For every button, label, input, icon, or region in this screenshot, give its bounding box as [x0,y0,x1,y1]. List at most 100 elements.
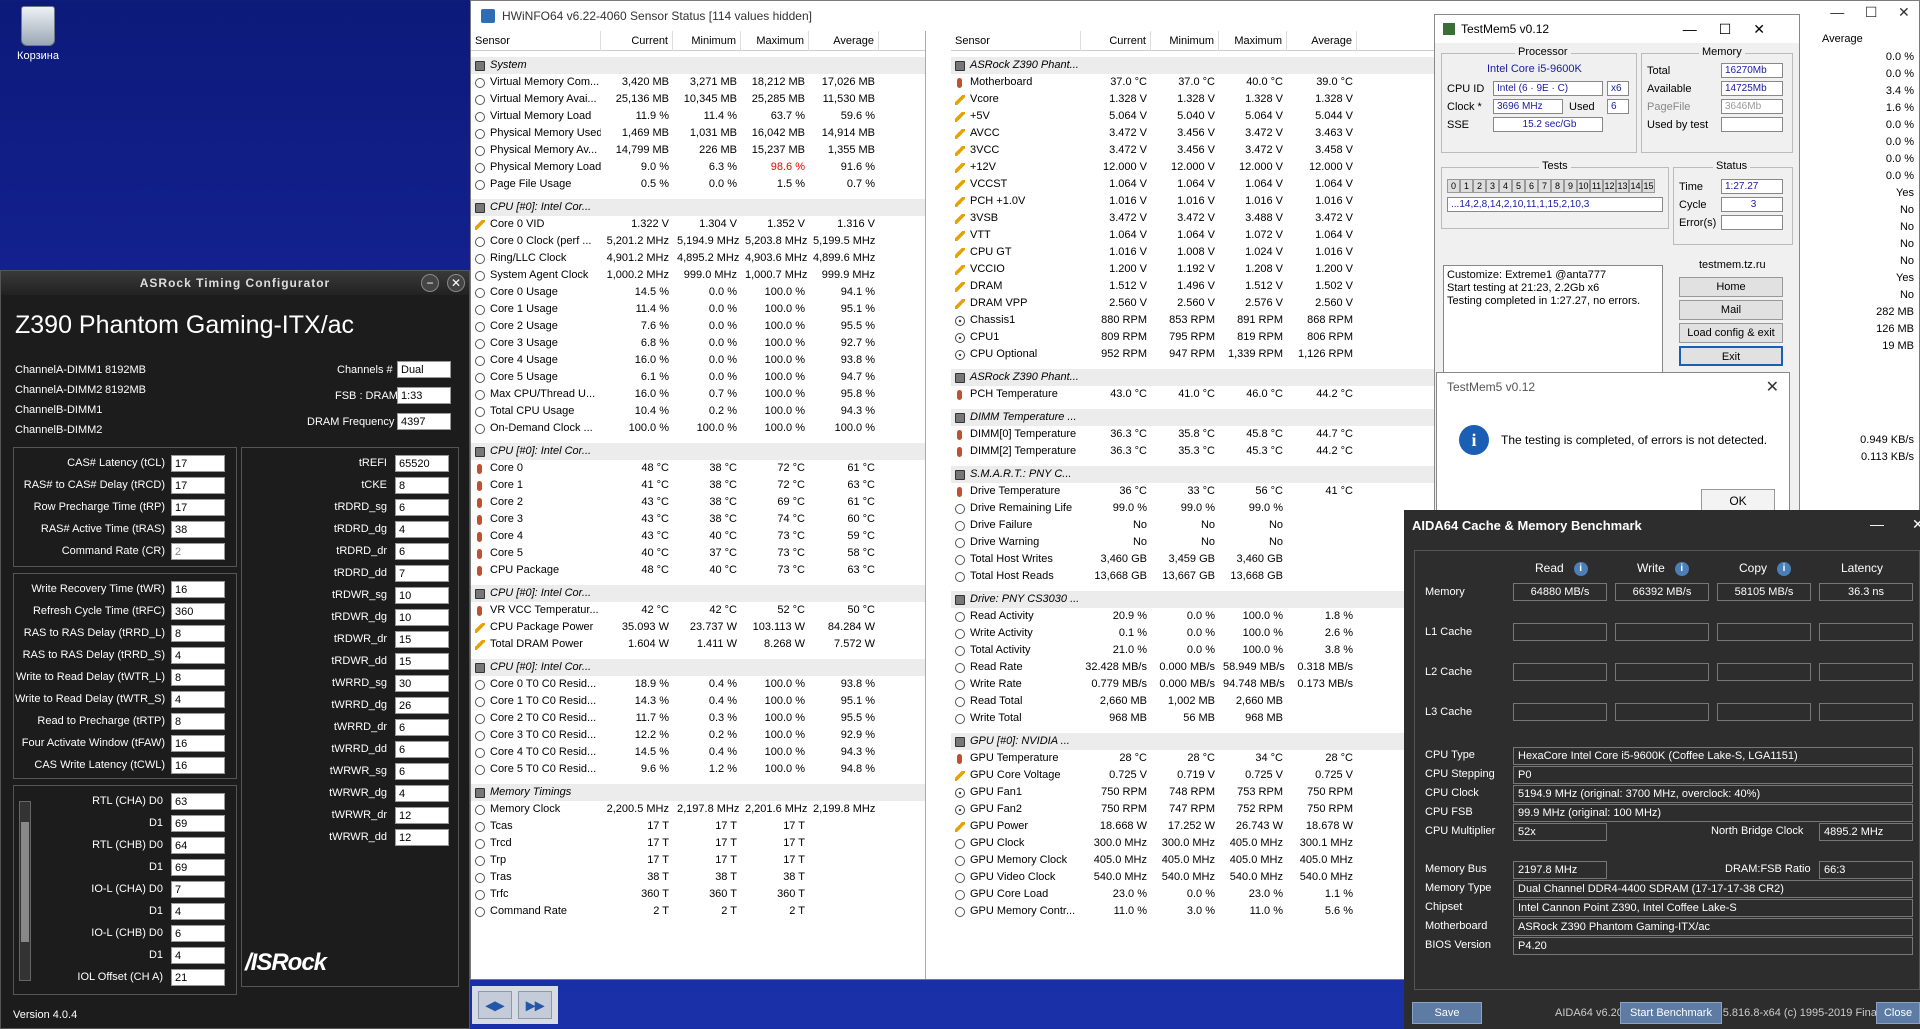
sensor-row[interactable]: Core 0 T0 C0 Resid... 18.9 % 0.4 % 100.0 % 9… [471,676,925,693]
sensor-row[interactable]: Physical Memory Used 1,469 MB 1,031 MB 16,0… [471,125,925,142]
sensor-row[interactable]: VR VCC Temperatur... 42 °C 42 °C 52 °C 50 °C [471,602,925,619]
hwinfo-third-pane[interactable]: Average 0.0 % 0.0 % 3.4 % 1.6 % 0.0 % 0.0 % 0.0… [1782,30,1918,510]
timing-field[interactable]: 4 [171,647,225,664]
sensor-row[interactable]: Core 0 Usage 14.5 % 0.0 % 100.0 % 94.1 % [471,284,925,301]
timing-field[interactable]: 65520 [395,455,449,472]
load-config-exit-button[interactable]: Load config & exit [1679,323,1783,343]
timing-field[interactable]: 360 [171,603,225,620]
sensor-group-row[interactable]: CPU [#0]: Intel Cor... [471,585,925,602]
timing-field[interactable]: 16 [171,757,225,774]
column-header[interactable]: Minimum [673,31,741,51]
column-header[interactable]: Maximum [1219,31,1287,51]
close-button[interactable]: ✕ [447,274,465,292]
timing-field[interactable]: 12 [395,829,449,846]
timing-field[interactable]: 8 [171,669,225,686]
info-icon[interactable]: i [1777,561,1792,576]
sensor-row[interactable]: Core 4 Usage 16.0 % 0.0 % 100.0 % 93.8 % [471,352,925,369]
sensor-row[interactable]: Core 1 Usage 11.4 % 0.0 % 100.0 % 95.1 % [471,301,925,318]
info-icon[interactable]: i [1573,561,1588,576]
sensor-row[interactable]: Trfc 360 T 360 T 360 T [471,886,925,903]
timing-field[interactable]: 4 [395,521,449,538]
timing-field[interactable]: 6 [395,741,449,758]
sensor-row[interactable]: Virtual Memory Load 11.9 % 11.4 % 63.7 % 59.… [471,108,925,125]
timing-field[interactable]: 30 [395,675,449,692]
sensor-row[interactable]: Core 2 T0 C0 Resid... 11.7 % 0.3 % 100.0 % 9… [471,710,925,727]
timing-field[interactable]: 10 [395,587,449,604]
timing-field[interactable]: 8 [395,477,449,494]
minimize-button[interactable]: — [1830,4,1844,28]
sensor-row[interactable]: Core 0 48 °C 38 °C 72 °C 61 °C [471,460,925,477]
sensor-group-row[interactable]: CPU [#0]: Intel Cor... [471,199,925,216]
sensor-row[interactable]: Core 2 Usage 7.6 % 0.0 % 100.0 % 95.5 % [471,318,925,335]
info-icon[interactable]: i [1674,561,1689,576]
timing-field[interactable]: 8 [171,625,225,642]
sensor-row[interactable]: Ring/LLC Clock 4,901.2 MHz 4,895.2 MHz 4,90… [471,250,925,267]
sensor-row[interactable]: Core 1 T0 C0 Resid... 14.3 % 0.4 % 100.0 % 9… [471,693,925,710]
minimize-button[interactable]: − [421,274,439,292]
sensor-group-row[interactable]: CPU [#0]: Intel Cor... [471,443,925,460]
column-header[interactable]: Sensor [951,31,1081,51]
timing-field[interactable]: 7 [395,565,449,582]
nav-right-icon[interactable]: ▸▸ [518,991,552,1019]
sensor-row[interactable]: Core 0 Clock (perf ... 5,201.2 MHz 5,194.9… [471,233,925,250]
nav-left-icon[interactable]: ◂▸ [478,991,512,1019]
dialog-close-icon[interactable]: ✕ [1766,377,1779,397]
recycle-bin-desktop-icon[interactable]: Корзина [8,6,68,62]
sensor-row[interactable]: Core 5 40 °C 37 °C 73 °C 58 °C [471,545,925,562]
sensor-group-row[interactable]: CPU [#0]: Intel Cor... [471,659,925,676]
timing-field[interactable]: 63 [171,793,225,810]
maximize-button[interactable]: ☐ [1865,4,1878,28]
timing-field[interactable]: 6 [171,925,225,942]
close-button[interactable]: ✕ [1898,4,1910,28]
timing-field[interactable]: 6 [395,763,449,780]
sensor-row[interactable]: Physical Memory Load 9.0 % 6.3 % 98.6 % 91.6… [471,159,925,176]
sensor-row[interactable]: Virtual Memory Com... 3,420 MB 3,271 MB 18,… [471,74,925,91]
sensor-row[interactable]: Total CPU Usage 10.4 % 0.2 % 100.0 % 94.3 % [471,403,925,420]
timing-field[interactable]: 38 [171,521,225,538]
sensor-group-row[interactable]: System [471,57,925,74]
column-header[interactable]: Current [1081,31,1151,51]
sensor-row[interactable]: CPU Package Power 35.093 W 23.737 W 103.113… [471,619,925,636]
close-icon[interactable]: ✕ [1912,516,1920,533]
timing-field[interactable]: 21 [171,969,225,986]
close-button[interactable]: Close [1876,1002,1920,1024]
timing-field[interactable]: 26 [395,697,449,714]
column-header[interactable]: Current [601,31,673,51]
timing-field[interactable]: 64 [171,837,225,854]
sensor-row[interactable]: On-Demand Clock ... 100.0 % 100.0 % 100.0 %… [471,420,925,437]
sensor-row[interactable]: Command Rate 2 T 2 T 2 T [471,903,925,920]
sensor-row[interactable]: Core 0 VID 1.322 V 1.304 V 1.352 V 1.316 V [471,216,925,233]
sensor-row[interactable]: Tcas 17 T 17 T 17 T [471,818,925,835]
timing-field[interactable]: 6 [395,543,449,560]
sensor-row[interactable]: Core 5 Usage 6.1 % 0.0 % 100.0 % 94.7 % [471,369,925,386]
sensor-row[interactable]: Core 3 43 °C 38 °C 74 °C 60 °C [471,511,925,528]
sensor-row[interactable]: Memory Clock 2,200.5 MHz 2,197.8 MHz 2,201.… [471,801,925,818]
timing-field[interactable]: 16 [171,735,225,752]
timing-field[interactable]: 16 [171,581,225,598]
timing-field[interactable]: 17 [171,455,225,472]
timing-field[interactable]: 69 [171,859,225,876]
timing-field[interactable]: 4 [171,691,225,708]
sensor-row[interactable]: Total DRAM Power 1.604 W 1.411 W 8.268 W 7.5… [471,636,925,653]
timing-field[interactable]: 12 [395,807,449,824]
sensor-row[interactable]: Max CPU/Thread U... 16.0 % 0.7 % 100.0 % 95.… [471,386,925,403]
timing-field[interactable]: 15 [395,631,449,648]
timing-field[interactable]: 10 [395,609,449,626]
column-header[interactable]: Average [1287,31,1357,51]
timing-field[interactable]: 4 [171,903,225,920]
timing-field[interactable]: 8 [171,713,225,730]
sensor-row[interactable]: Physical Memory Av... 14,799 MB 226 MB 15,2… [471,142,925,159]
timing-field[interactable]: 6 [395,499,449,516]
timing-field[interactable]: 15 [395,653,449,670]
minimize-icon[interactable]: — [1870,516,1884,532]
testmem5-window-controls[interactable]: —☐✕ [1683,15,1787,43]
sensor-row[interactable]: Core 2 43 °C 38 °C 69 °C 61 °C [471,494,925,511]
start-benchmark-button[interactable]: Start Benchmark [1620,1002,1722,1024]
timing-field[interactable]: 4 [395,785,449,802]
column-header[interactable]: Maximum [741,31,809,51]
timing-field[interactable]: 17 [171,499,225,516]
timing-field[interactable]: 6 [395,719,449,736]
sensor-row[interactable]: CPU Package 48 °C 40 °C 73 °C 63 °C [471,562,925,579]
sensor-row[interactable]: Page File Usage 0.5 % 0.0 % 1.5 % 0.7 % [471,176,925,193]
sensor-row[interactable]: Trcd 17 T 17 T 17 T [471,835,925,852]
